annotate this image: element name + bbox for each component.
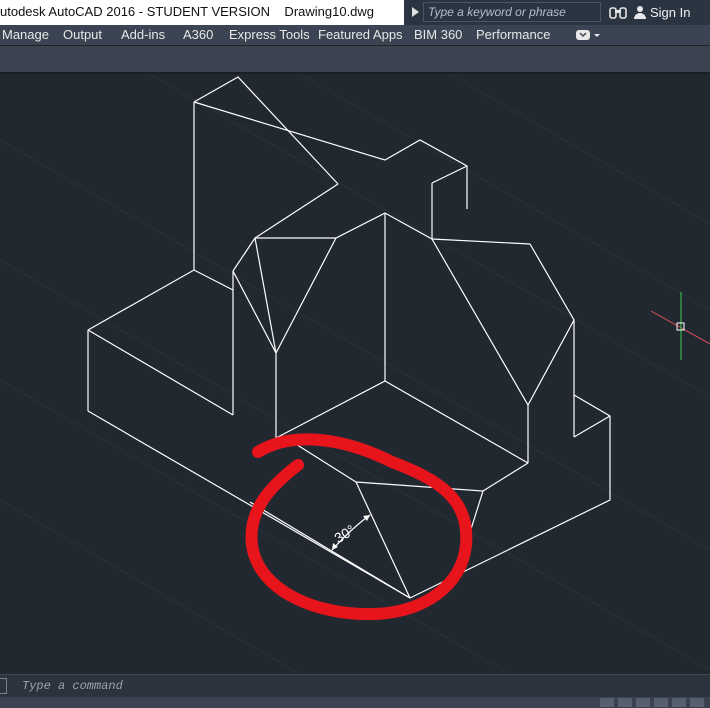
search-input[interactable] [424, 3, 600, 21]
angle-dimension[interactable]: 30° [331, 514, 371, 551]
status-tile-icon[interactable] [690, 698, 704, 707]
ucs-cursor [650, 292, 710, 360]
grid-lines [0, 74, 710, 672]
command-line-grip-icon[interactable] [0, 678, 7, 694]
drawing-canvas[interactable]: 30° [0, 74, 710, 672]
model-space[interactable]: 30° [0, 74, 710, 672]
status-tile-icon[interactable] [672, 698, 686, 707]
tab-performance[interactable]: Performance [476, 27, 550, 42]
tab-manage[interactable]: Manage [2, 27, 49, 42]
user-icon [634, 6, 646, 19]
command-input[interactable] [14, 676, 694, 696]
search-field[interactable] [423, 2, 601, 22]
ribbon-panel [0, 46, 710, 74]
tab-bim-360[interactable]: BIM 360 [414, 27, 462, 42]
tab-a360[interactable]: A360 [183, 27, 213, 42]
sign-in-label: Sign In [650, 5, 691, 20]
status-tile-icon[interactable] [654, 698, 668, 707]
status-tile-icon[interactable] [636, 698, 650, 707]
dimension-text: 30° [331, 521, 357, 546]
binoculars-icon[interactable] [608, 4, 628, 20]
window-title: utodesk AutoCAD 2016 - STUDENT VERSION D… [0, 4, 375, 19]
tab-add-ins[interactable]: Add-ins [121, 27, 165, 42]
ribbon-tab-bar: Manage Output Add-ins A360 Express Tools… [0, 25, 710, 46]
isometric-part[interactable] [87, 76, 611, 599]
red-circle-annotation [245, 433, 473, 621]
tab-output[interactable]: Output [63, 27, 102, 42]
status-tile-icon[interactable] [618, 698, 632, 707]
command-line [0, 674, 710, 697]
status-tile-icon[interactable] [600, 698, 614, 707]
search-arrow-icon[interactable] [410, 5, 422, 19]
sign-in-button[interactable]: Sign In [634, 0, 690, 25]
tab-featured-apps[interactable]: Featured Apps [318, 27, 403, 42]
command-input-wrapper[interactable] [14, 676, 694, 696]
ribbon-toggle-icon[interactable] [575, 29, 601, 41]
status-bar [0, 697, 710, 708]
title-bar: utodesk AutoCAD 2016 - STUDENT VERSION D… [0, 0, 710, 26]
tab-express-tools[interactable]: Express Tools [229, 27, 310, 42]
